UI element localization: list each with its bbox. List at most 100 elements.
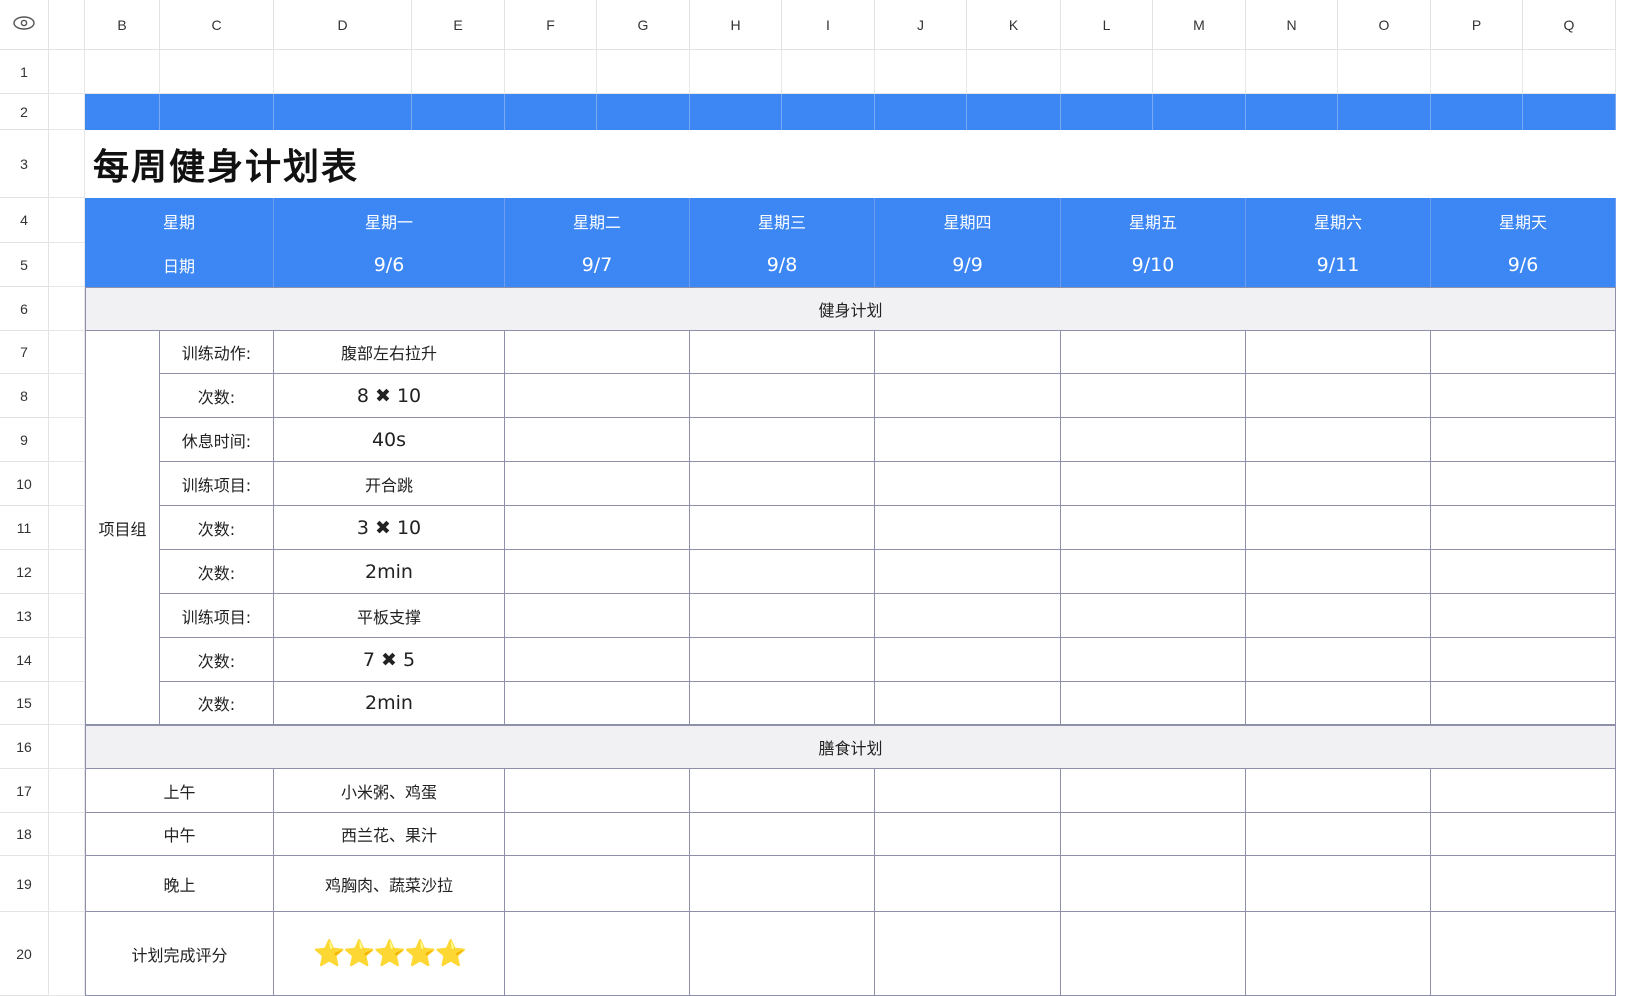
cell[interactable] (967, 50, 1061, 94)
row-header-6[interactable]: 6 (0, 287, 49, 331)
plan-cell[interactable] (875, 813, 1061, 856)
cell[interactable] (49, 243, 85, 287)
plan-cell[interactable] (505, 374, 690, 418)
column-header-C[interactable]: C (160, 0, 274, 50)
plan-cell[interactable] (690, 769, 875, 813)
cell[interactable] (690, 50, 782, 94)
cell[interactable] (1061, 50, 1153, 94)
plan-cell[interactable] (1246, 331, 1431, 374)
plan-cell[interactable] (1061, 462, 1246, 506)
column-header-L[interactable]: L (1061, 0, 1153, 50)
plan-cell[interactable] (1431, 506, 1616, 550)
plan-cell[interactable] (505, 418, 690, 462)
plan-cell[interactable] (1246, 594, 1431, 638)
row-header-13[interactable]: 13 (0, 594, 49, 638)
plan-cell[interactable] (505, 462, 690, 506)
accent-bar-cell[interactable] (505, 94, 597, 130)
cell[interactable] (49, 198, 85, 243)
plan-cell[interactable] (875, 331, 1061, 374)
accent-bar-cell[interactable] (412, 94, 505, 130)
column-header-K[interactable]: K (967, 0, 1061, 50)
cell[interactable] (49, 506, 85, 550)
column-header-B[interactable]: B (85, 0, 160, 50)
column-header-M[interactable]: M (1153, 0, 1246, 50)
accent-bar-cell[interactable] (1153, 94, 1246, 130)
plan-cell[interactable] (1431, 418, 1616, 462)
plan-cell[interactable] (875, 682, 1061, 725)
row-header-20[interactable]: 20 (0, 912, 49, 996)
row-header-2[interactable]: 2 (0, 94, 49, 130)
cell[interactable] (49, 50, 85, 94)
cell[interactable] (49, 418, 85, 462)
accent-bar-cell[interactable] (597, 94, 690, 130)
row-header-10[interactable]: 10 (0, 462, 49, 506)
plan-cell[interactable] (690, 506, 875, 550)
exercise-value[interactable]: 3 ✖ 10 (274, 506, 505, 550)
plan-cell[interactable] (505, 769, 690, 813)
row-header-11[interactable]: 11 (0, 506, 49, 550)
plan-cell[interactable] (1061, 506, 1246, 550)
row-header-5[interactable]: 5 (0, 243, 49, 287)
plan-cell[interactable] (1061, 856, 1246, 912)
plan-cell[interactable] (1061, 682, 1246, 725)
cell[interactable] (49, 813, 85, 856)
exercise-value[interactable]: 开合跳 (274, 462, 505, 506)
row-header-3[interactable]: 3 (0, 130, 49, 198)
plan-cell[interactable] (1246, 813, 1431, 856)
plan-cell[interactable] (505, 912, 690, 996)
plan-cell[interactable] (690, 374, 875, 418)
cell[interactable] (49, 130, 85, 198)
cell[interactable] (1431, 50, 1523, 94)
cell[interactable] (1153, 50, 1246, 94)
plan-cell[interactable] (690, 550, 875, 594)
plan-cell[interactable] (690, 418, 875, 462)
cell[interactable] (49, 682, 85, 725)
exercise-value[interactable]: 7 ✖ 5 (274, 638, 505, 682)
plan-cell[interactable] (1061, 374, 1246, 418)
cell[interactable] (1246, 50, 1338, 94)
plan-cell[interactable] (690, 813, 875, 856)
plan-cell[interactable] (690, 856, 875, 912)
cell[interactable] (49, 374, 85, 418)
accent-bar-cell[interactable] (1246, 94, 1338, 130)
exercise-value[interactable]: 2min (274, 550, 505, 594)
column-header-P[interactable]: P (1431, 0, 1523, 50)
plan-cell[interactable] (1246, 418, 1431, 462)
accent-bar-cell[interactable] (85, 94, 160, 130)
cell[interactable] (597, 50, 690, 94)
plan-cell[interactable] (1246, 856, 1431, 912)
cell[interactable] (49, 550, 85, 594)
plan-cell[interactable] (1246, 769, 1431, 813)
cell[interactable] (49, 725, 85, 769)
cell[interactable] (782, 50, 875, 94)
cell[interactable] (274, 50, 412, 94)
column-header-D[interactable]: D (274, 0, 412, 50)
plan-cell[interactable] (875, 506, 1061, 550)
cell[interactable] (1338, 50, 1431, 94)
plan-cell[interactable] (1246, 462, 1431, 506)
plan-cell[interactable] (1246, 638, 1431, 682)
cell[interactable] (875, 50, 967, 94)
row-header-16[interactable]: 16 (0, 725, 49, 769)
accent-bar-cell[interactable] (967, 94, 1061, 130)
plan-cell[interactable] (690, 912, 875, 996)
plan-cell[interactable] (1431, 331, 1616, 374)
plan-cell[interactable] (505, 856, 690, 912)
column-header-E[interactable]: E (412, 0, 505, 50)
row-header-15[interactable]: 15 (0, 682, 49, 725)
plan-cell[interactable] (1431, 638, 1616, 682)
plan-cell[interactable] (690, 462, 875, 506)
column-header-H[interactable]: H (690, 0, 782, 50)
exercise-value[interactable]: 平板支撑 (274, 594, 505, 638)
column-header-N[interactable]: N (1246, 0, 1338, 50)
plan-cell[interactable] (875, 912, 1061, 996)
exercise-value[interactable]: 腹部左右拉升 (274, 331, 505, 374)
cell[interactable] (49, 638, 85, 682)
plan-cell[interactable] (1061, 331, 1246, 374)
row-header-1[interactable]: 1 (0, 50, 49, 94)
cell[interactable] (49, 287, 85, 331)
plan-cell[interactable] (1061, 418, 1246, 462)
plan-cell[interactable] (1061, 912, 1246, 996)
cell[interactable] (49, 769, 85, 813)
column-header-F[interactable]: F (505, 0, 597, 50)
